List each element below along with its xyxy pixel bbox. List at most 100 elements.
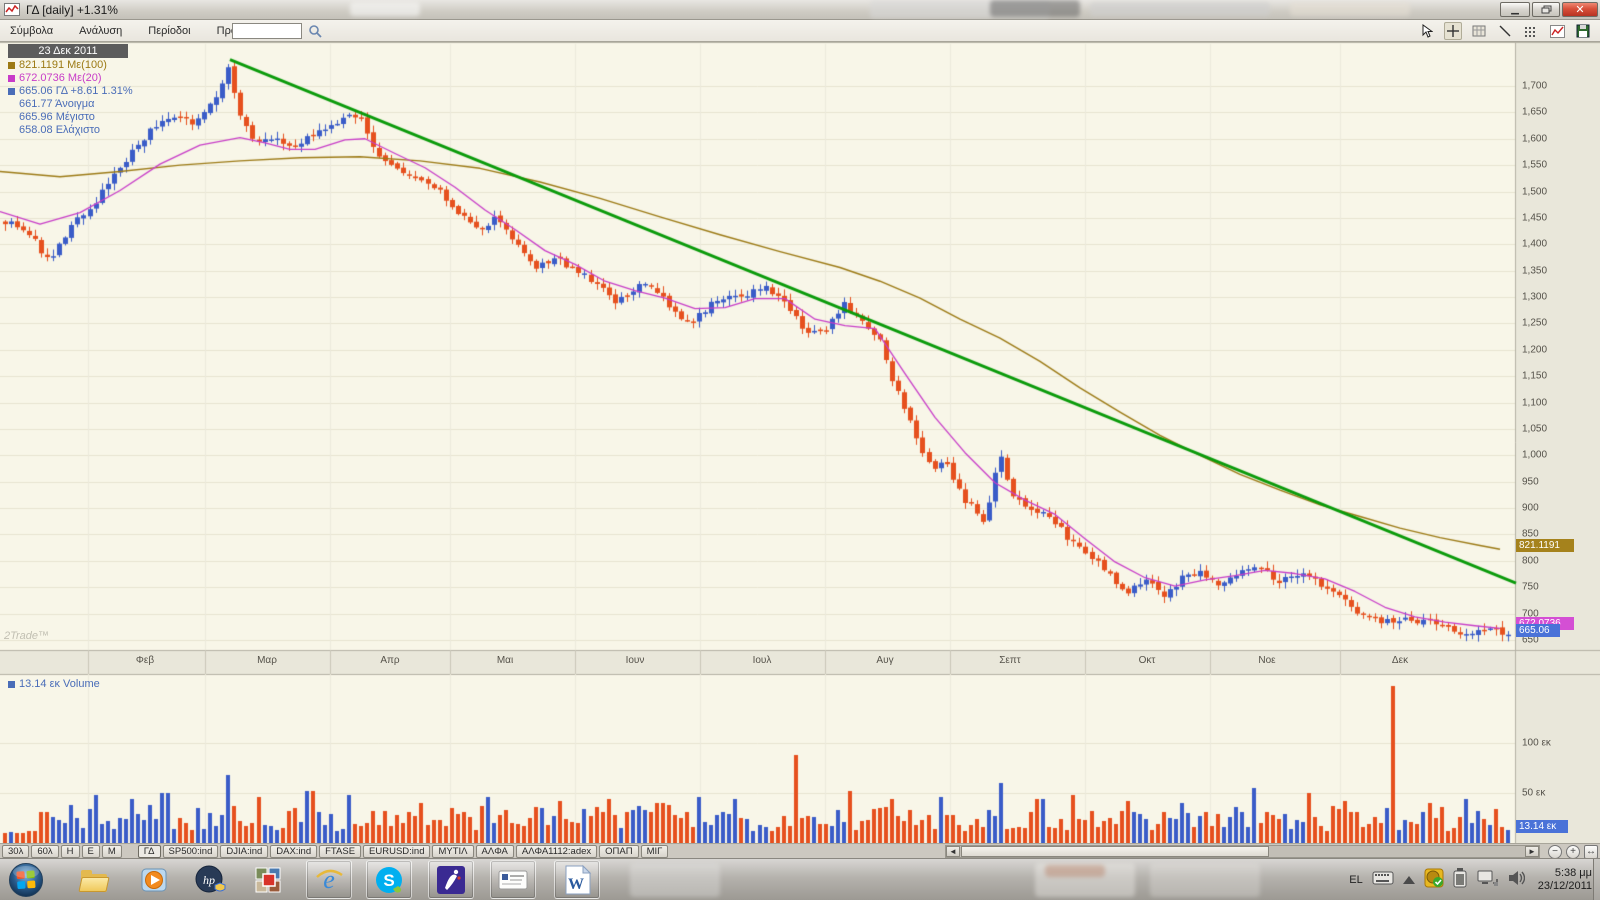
trading-app-button[interactable] bbox=[428, 860, 474, 899]
antivirus-icon[interactable] bbox=[1424, 868, 1444, 893]
tab-ΜΥΤΙΛ[interactable]: ΜΥΤΙΛ bbox=[432, 845, 473, 858]
grid-icon[interactable] bbox=[1470, 22, 1488, 40]
background-window-smudge bbox=[350, 2, 420, 16]
svg-text:S: S bbox=[383, 871, 394, 890]
tab-FTASE[interactable]: FTASE bbox=[319, 845, 361, 858]
keyboard-icon[interactable] bbox=[1372, 871, 1394, 890]
menu-symbols[interactable]: Σύμβολα bbox=[8, 23, 55, 39]
price-tick-label: 1,700 bbox=[1522, 81, 1547, 92]
show-hidden-icons[interactable] bbox=[1403, 871, 1415, 889]
chart-legend: 23 Δεκ 2011 821.1191 Με(100) 672.0736 Με… bbox=[8, 44, 133, 137]
taskbar: hp e S bbox=[0, 858, 1600, 900]
volume-legend: 13.14 εκ Volume bbox=[8, 678, 100, 690]
price-tick-label: 1,350 bbox=[1522, 265, 1547, 276]
media-player-icon[interactable] bbox=[136, 862, 172, 898]
price-tick-label: 1,100 bbox=[1522, 397, 1547, 408]
language-indicator[interactable]: EL bbox=[1349, 874, 1362, 886]
horizontal-scrollbar[interactable]: ◄ ► bbox=[945, 845, 1540, 858]
crosshair-icon[interactable] bbox=[1444, 22, 1462, 40]
ma100-swatch bbox=[8, 62, 15, 69]
show-desktop-button[interactable] bbox=[1593, 859, 1600, 900]
svg-text:W: W bbox=[568, 876, 584, 893]
background-window-smudge bbox=[1090, 2, 1270, 16]
month-label: Νοε bbox=[1258, 655, 1275, 666]
tab-60λ[interactable]: 60λ bbox=[31, 845, 58, 858]
price-swatch bbox=[8, 88, 15, 95]
svg-text:e: e bbox=[323, 865, 335, 894]
pattern-icon[interactable] bbox=[1522, 22, 1540, 40]
word-button[interactable]: W bbox=[554, 860, 600, 899]
scrollbar-thumb[interactable] bbox=[961, 846, 1269, 857]
scroll-left-icon[interactable]: ◄ bbox=[946, 846, 960, 857]
price-tick-label: 1,150 bbox=[1522, 371, 1547, 382]
month-label: Φεβ bbox=[136, 655, 154, 666]
tab-ΑΛΦΑ1112:adex[interactable]: ΑΛΦΑ1112:adex bbox=[516, 845, 597, 858]
skype-button[interactable]: S bbox=[366, 860, 412, 899]
start-button[interactable] bbox=[8, 862, 44, 898]
price-tick-label: 750 bbox=[1522, 582, 1539, 593]
tab-Ε[interactable]: Ε bbox=[82, 845, 100, 858]
month-label: Αυγ bbox=[876, 655, 893, 666]
chart-icon[interactable] bbox=[1548, 22, 1566, 40]
notes-app-button[interactable] bbox=[490, 860, 536, 899]
price-tick-label: 1,200 bbox=[1522, 344, 1547, 355]
zoom-in-button[interactable]: + bbox=[1566, 845, 1580, 859]
battery-icon[interactable] bbox=[1453, 868, 1467, 893]
volume-tick-label: 50 εκ bbox=[1522, 788, 1545, 799]
tab-DAX:ind[interactable]: DAX:ind bbox=[270, 845, 317, 858]
menu-periods[interactable]: Περίοδοι bbox=[146, 23, 192, 39]
scroll-right-icon[interactable]: ► bbox=[1525, 846, 1539, 857]
menu-analysis[interactable]: Ανάλυση bbox=[77, 23, 124, 39]
background-window-smudge bbox=[990, 0, 1080, 17]
price-tick-label: 1,500 bbox=[1522, 186, 1547, 197]
price-tick-label: 900 bbox=[1522, 503, 1539, 514]
tab-SP500:ind[interactable]: SP500:ind bbox=[163, 845, 219, 858]
title-bar: ΓΔ [daily] +1.31% ▁ ✕ bbox=[0, 0, 1600, 20]
tab-ΑΛΦΑ[interactable]: ΑΛΦΑ bbox=[476, 845, 514, 858]
legend-ma20: 672.0736 Με(20) bbox=[19, 72, 102, 86]
price-tick-label: 1,400 bbox=[1522, 239, 1547, 250]
tab-Μ[interactable]: Μ bbox=[102, 845, 122, 858]
background-window-smudge bbox=[1290, 2, 1410, 16]
symbol-search-input[interactable] bbox=[232, 23, 302, 39]
cursor-icon[interactable] bbox=[1418, 22, 1436, 40]
price-tick-label: 1,450 bbox=[1522, 212, 1547, 223]
photo-collage-icon[interactable] bbox=[250, 862, 286, 898]
system-tray: EL 5:38 μμ 23/12/2011 bbox=[1349, 859, 1592, 900]
tab-Η[interactable]: Η bbox=[61, 845, 80, 858]
price-volume-chart[interactable] bbox=[0, 42, 1600, 843]
svg-text:hp: hp bbox=[203, 873, 215, 887]
volume-swatch bbox=[8, 681, 15, 688]
volume-icon[interactable] bbox=[1507, 869, 1525, 892]
explorer-icon[interactable] bbox=[76, 862, 112, 898]
network-icon[interactable] bbox=[1476, 869, 1498, 892]
hp-icon[interactable]: hp bbox=[192, 862, 228, 898]
tab-30λ[interactable]: 30λ bbox=[2, 845, 29, 858]
desktop: ΓΔ [daily] +1.31% ▁ ✕ Σύμβολα Ανάλυση Πε… bbox=[0, 0, 1600, 900]
price-tick-label: 1,300 bbox=[1522, 292, 1547, 303]
window-title: ΓΔ [daily] +1.31% bbox=[26, 3, 118, 17]
month-label: Δεκ bbox=[1392, 655, 1408, 666]
legend-ma100: 821.1191 Με(100) bbox=[19, 59, 107, 73]
search-icon[interactable] bbox=[308, 24, 322, 43]
fit-view-button[interactable]: ↔ bbox=[1584, 845, 1598, 859]
minimize-button[interactable]: ▁ bbox=[1500, 2, 1530, 17]
legend-date: 23 Δεκ 2011 bbox=[8, 44, 128, 58]
symbol-tabs: 30λ60λΗΕΜ ΓΔSP500:indDJIA:indDAX:indFTASE… bbox=[2, 845, 668, 858]
save-icon[interactable] bbox=[1574, 22, 1592, 40]
tab-ΜΙΓ[interactable]: ΜΙΓ bbox=[641, 845, 669, 858]
tab-DJIA:ind[interactable]: DJIA:ind bbox=[220, 845, 268, 858]
last-price-tag: 665.06 bbox=[1516, 624, 1560, 637]
zoom-out-button[interactable]: − bbox=[1548, 845, 1562, 859]
volume-tag: 13.14 εκ bbox=[1516, 820, 1568, 833]
price-tick-label: 1,650 bbox=[1522, 107, 1547, 118]
trendline-icon[interactable] bbox=[1496, 22, 1514, 40]
restore-button[interactable] bbox=[1532, 2, 1560, 17]
clock[interactable]: 5:38 μμ 23/12/2011 bbox=[1538, 867, 1592, 893]
ma100-price-tag: 821.1191 bbox=[1516, 539, 1574, 552]
close-button[interactable]: ✕ bbox=[1562, 2, 1598, 17]
tab-EURUSD:ind[interactable]: EURUSD:ind bbox=[363, 845, 430, 858]
tab-ΟΠΑΠ[interactable]: ΟΠΑΠ bbox=[599, 845, 638, 858]
tab-ΓΔ[interactable]: ΓΔ bbox=[138, 845, 161, 858]
internet-explorer-button[interactable]: e bbox=[306, 860, 352, 899]
